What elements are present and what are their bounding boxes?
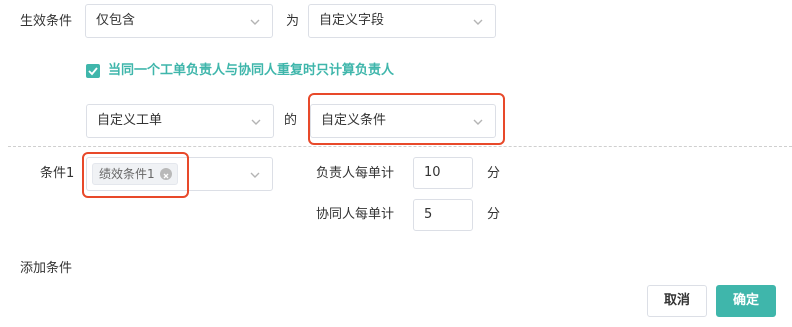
- scope-select-value: 仅包含: [96, 13, 136, 28]
- ticket-select-value: 自定义工单: [97, 113, 163, 128]
- only-count-owner-checkbox[interactable]: [86, 64, 100, 78]
- cancel-button[interactable]: 取消: [647, 285, 707, 317]
- checkmark-icon: [88, 67, 98, 76]
- chevron-down-icon: [251, 119, 261, 125]
- tag-highlight: [82, 152, 189, 198]
- add-condition-link[interactable]: 添加条件: [20, 259, 72, 279]
- collaborator-score-unit: 分: [487, 207, 501, 222]
- collaborator-score-value: 5: [424, 207, 433, 222]
- condition1-label: 条件1: [40, 166, 75, 181]
- chevron-down-icon: [250, 172, 260, 178]
- owner-score-label: 负责人每单计: [316, 166, 395, 181]
- owner-score-unit: 分: [487, 166, 501, 181]
- field-select-value: 自定义字段: [319, 13, 385, 28]
- condition-select-highlight: [308, 93, 505, 145]
- owner-score-input[interactable]: 10: [413, 157, 473, 189]
- confirm-button[interactable]: 确定: [716, 285, 776, 317]
- owner-score-value: 10: [424, 165, 441, 180]
- as-label: 为: [286, 14, 300, 29]
- section-divider: [8, 146, 792, 147]
- ticket-select[interactable]: 自定义工单: [86, 104, 274, 138]
- effective-condition-label: 生效条件: [20, 14, 73, 29]
- of-label: 的: [284, 113, 298, 128]
- chevron-down-icon: [250, 19, 260, 25]
- chevron-down-icon: [473, 19, 483, 25]
- collaborator-score-label: 协同人每单计: [316, 207, 395, 222]
- collaborator-score-input[interactable]: 5: [413, 199, 473, 231]
- scope-select[interactable]: 仅包含: [85, 4, 273, 38]
- only-count-owner-label[interactable]: 当同一个工单负责人与协同人重复时只计算负责人: [108, 61, 394, 81]
- field-select[interactable]: 自定义字段: [308, 4, 496, 38]
